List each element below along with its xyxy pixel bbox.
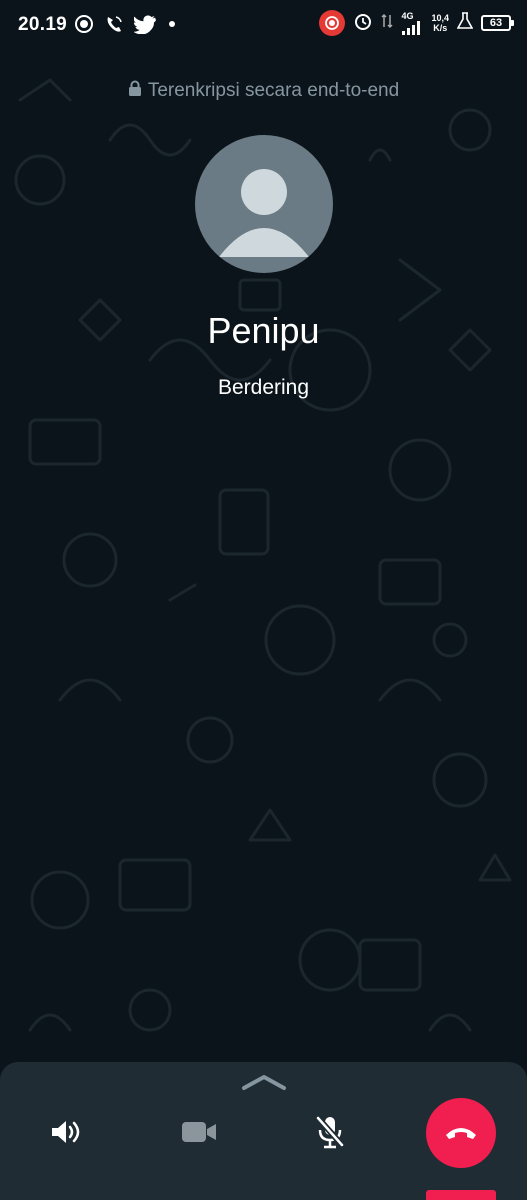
record-indicator-icon — [319, 10, 346, 36]
data-arrows-icon — [381, 11, 393, 36]
lab-icon — [456, 11, 474, 35]
caller-avatar — [195, 135, 333, 273]
twitter-icon — [132, 14, 156, 39]
default-avatar-icon — [219, 169, 309, 257]
speaker-icon — [52, 1121, 80, 1143]
alarm-icon — [353, 11, 373, 36]
encryption-text: Terenkripsi secara end-to-end — [147, 80, 400, 101]
caller-name: Penipu — [207, 310, 320, 351]
network-speed-unit: K/s — [433, 23, 448, 33]
screen-record-icon — [74, 14, 94, 39]
network-speed-value: 10,4 — [431, 13, 449, 23]
battery-icon: 63 — [481, 15, 514, 31]
call-control-panel — [0, 1062, 527, 1200]
duplicate-controls-row — [0, 1186, 527, 1200]
wifi-call-icon — [104, 14, 124, 39]
call-status: Berdering — [217, 376, 310, 399]
video-icon — [182, 1122, 216, 1142]
mute-button[interactable] — [300, 1106, 360, 1158]
status-time: 20.19 — [18, 14, 68, 35]
signal-icon: 4G — [401, 10, 423, 35]
speaker-button[interactable] — [36, 1106, 96, 1158]
end-call-icon — [446, 1128, 476, 1139]
network-type-label: 4G — [401, 10, 414, 21]
expand-chevron-icon[interactable] — [238, 1072, 290, 1094]
status-bar: 20.19 4G 10,4 K/s 63 — [0, 0, 527, 52]
end-call-button[interactable] — [426, 1098, 496, 1168]
dot-icon — [166, 14, 178, 39]
lock-icon — [128, 80, 142, 102]
encryption-notice: Terenkripsi secara end-to-end — [0, 80, 527, 102]
network-speed: 10,4 K/s — [431, 13, 449, 33]
mic-off-icon — [315, 1116, 345, 1149]
video-button[interactable] — [169, 1106, 229, 1158]
